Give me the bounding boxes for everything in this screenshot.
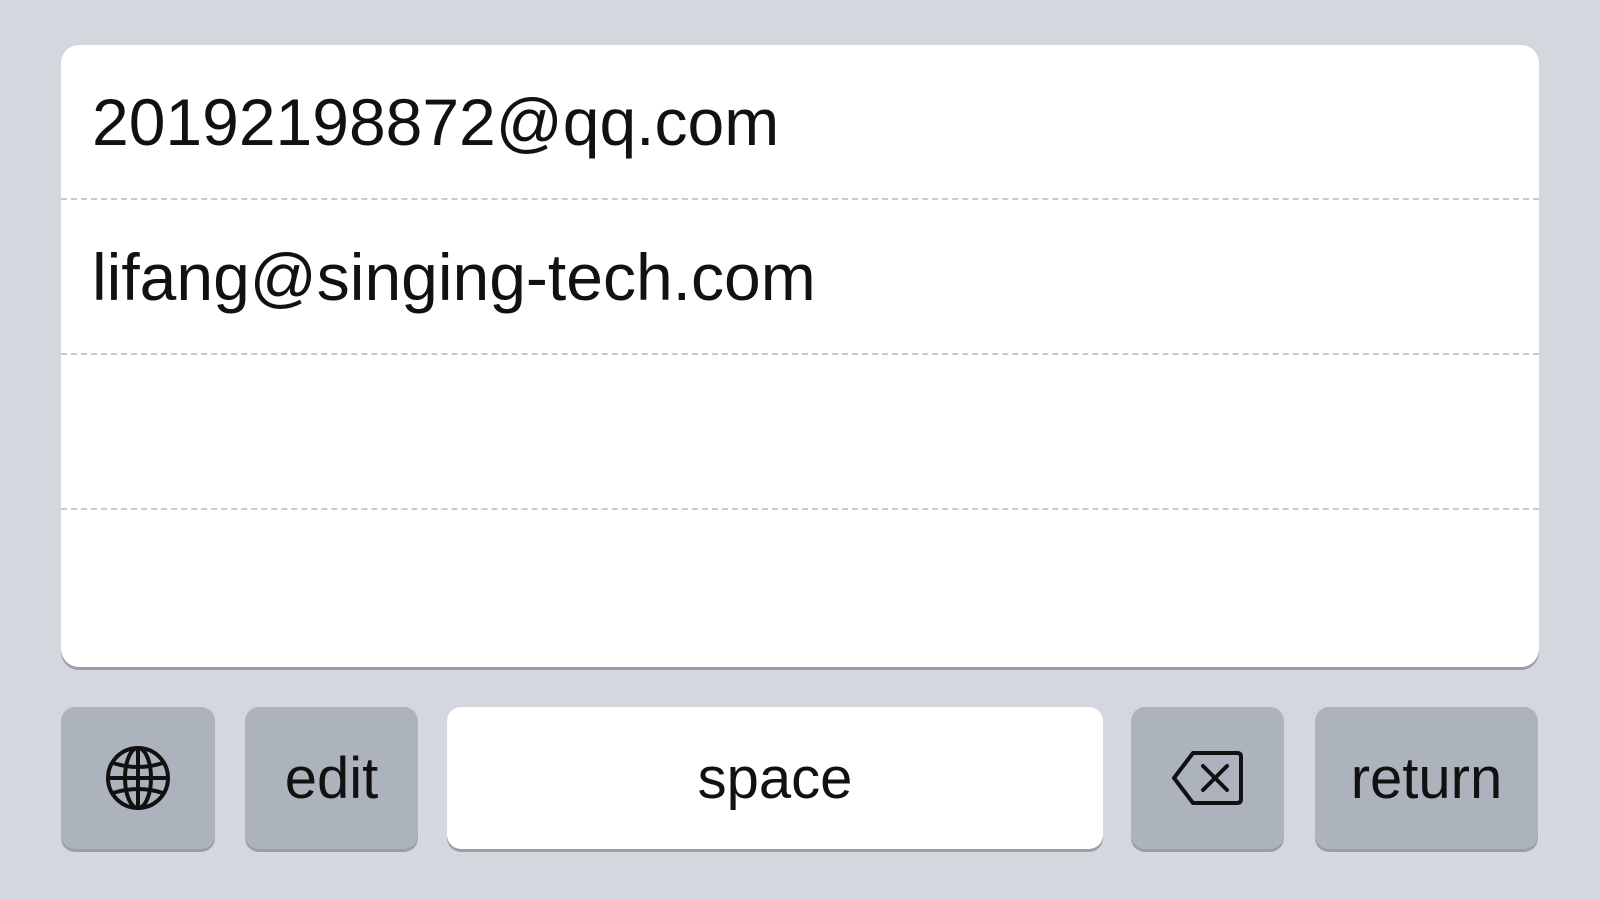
delete-key[interactable] [1131, 707, 1284, 849]
suggestion-text: 20192198872@qq.com [92, 84, 780, 159]
keyboard-screen: 20192198872@qq.com lifang@singing-tech.c… [0, 0, 1599, 900]
edit-key[interactable]: edit [245, 707, 418, 849]
edit-key-label: edit [284, 745, 379, 811]
backspace-icon [1171, 749, 1245, 807]
email-suggestion-list: 20192198872@qq.com lifang@singing-tech.c… [61, 45, 1539, 667]
space-key-label: space [697, 745, 853, 811]
globe-icon [104, 744, 172, 812]
suggestion-text: lifang@singing-tech.com [92, 239, 816, 314]
globe-key[interactable] [61, 707, 215, 849]
suggestion-item[interactable]: lifang@singing-tech.com [61, 200, 1539, 355]
return-key-label: return [1350, 745, 1503, 811]
space-key[interactable]: space [447, 707, 1103, 849]
suggestion-item[interactable] [61, 510, 1539, 667]
suggestion-item[interactable]: 20192198872@qq.com [61, 45, 1539, 200]
return-key[interactable]: return [1315, 707, 1538, 849]
suggestion-item[interactable] [61, 355, 1539, 510]
